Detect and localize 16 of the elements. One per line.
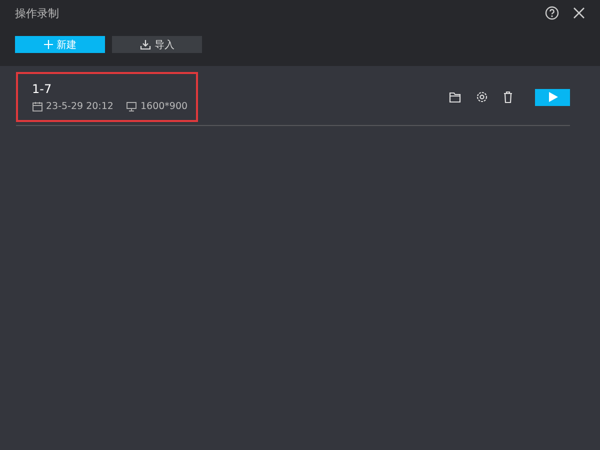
download-icon <box>140 39 150 50</box>
recording-date: 23-5-29 20:12 <box>46 101 114 112</box>
help-icon[interactable] <box>545 6 559 20</box>
folder-icon[interactable] <box>449 92 461 102</box>
settings-icon[interactable] <box>476 91 488 103</box>
recording-resolution: 1600*900 <box>140 101 188 112</box>
trash-icon[interactable] <box>503 91 513 103</box>
play-icon <box>548 92 558 102</box>
close-icon[interactable] <box>573 7 585 19</box>
monitor-icon <box>126 101 138 112</box>
play-button[interactable] <box>535 88 570 106</box>
window-title: 操作录制 <box>15 6 59 20</box>
recording-name: 1-7 <box>32 82 53 96</box>
plus-icon <box>44 40 52 49</box>
toolbar-button[interactable]: 导入 <box>112 36 202 53</box>
calendar-icon <box>32 101 43 112</box>
